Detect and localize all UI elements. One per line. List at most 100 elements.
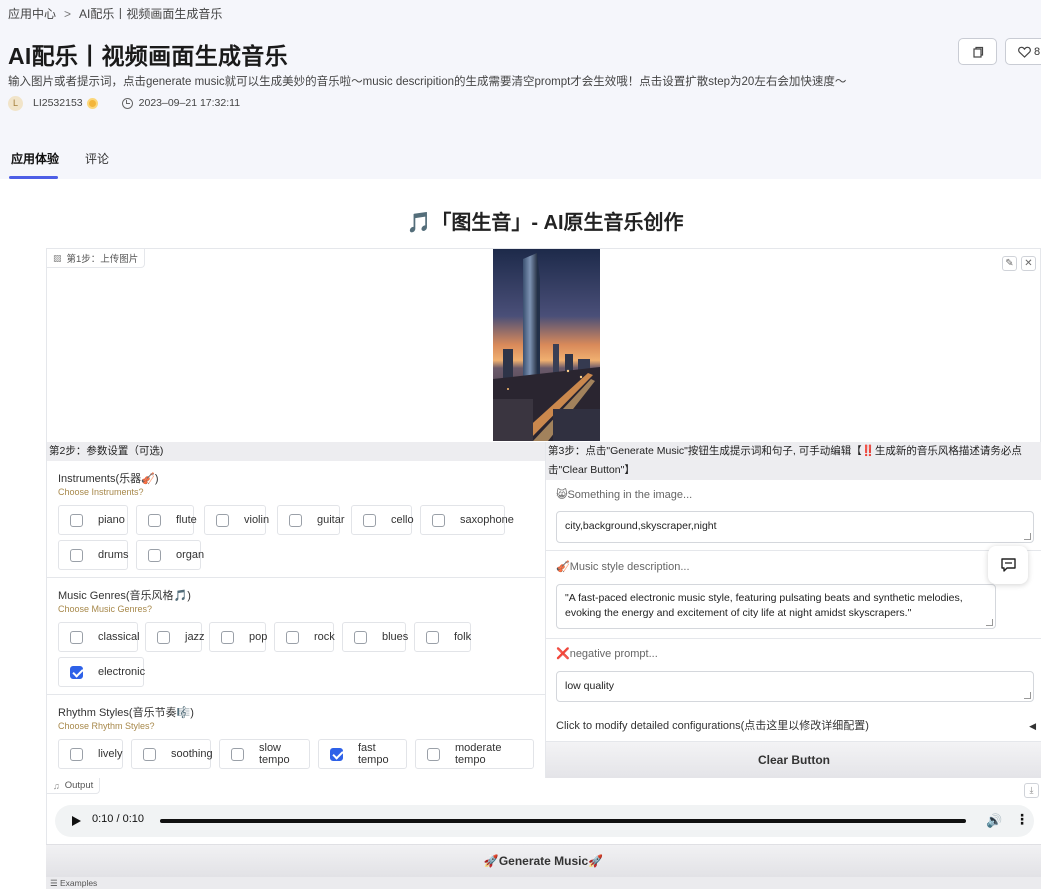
checkbox-label: classical xyxy=(98,631,140,643)
image-keywords-input[interactable]: city,background,skyscraper,night xyxy=(556,511,1034,543)
checkbox-folk[interactable]: folk xyxy=(414,622,471,652)
detailed-config-accordion[interactable]: Click to modify detailed configurations(… xyxy=(546,710,1041,742)
app-heading: 🎵「图生音」- AI原生音乐创作 xyxy=(406,212,684,234)
copy-icon xyxy=(972,46,983,58)
checkbox-flute[interactable]: flute xyxy=(136,505,197,535)
instruments-title: Instruments(乐器🎻) xyxy=(58,473,159,485)
checkbox-jazz[interactable]: jazz xyxy=(145,622,205,652)
checkbox-box[interactable] xyxy=(231,747,244,761)
audio-player[interactable]: 0:10 / 0:10 🔊 ⋮ xyxy=(55,805,1034,837)
checkbox-rock[interactable]: rock xyxy=(274,622,335,652)
breadcrumb-current: AI配乐丨视频画面生成音乐 xyxy=(79,7,223,21)
genres-title: Music Genres(音乐风格🎵) xyxy=(58,590,191,602)
checkbox-label: folk xyxy=(454,631,472,643)
tab-experience[interactable]: 应用体验 xyxy=(11,150,59,167)
checkbox-electronic[interactable]: electronic xyxy=(58,657,145,687)
checkbox-label: slow tempo xyxy=(259,742,290,766)
checkbox-box[interactable] xyxy=(148,548,161,562)
checkbox-box[interactable] xyxy=(286,630,299,644)
checkbox-blues[interactable]: blues xyxy=(342,622,408,652)
audio-progress-bar[interactable] xyxy=(160,819,966,823)
negative-prompt-label: ❌negative prompt... xyxy=(556,648,658,660)
checkbox-piano[interactable]: piano xyxy=(58,505,128,535)
tab-comments[interactable]: 评论 xyxy=(85,150,109,167)
clear-image-button[interactable]: ✕ xyxy=(1021,256,1036,271)
checkbox-box[interactable] xyxy=(427,747,440,761)
breadcrumb-root[interactable]: 应用中心 xyxy=(8,7,56,21)
checkbox-box[interactable] xyxy=(70,513,83,527)
accordion-label: Click to modify detailed configurations(… xyxy=(556,720,869,732)
checkbox-box[interactable] xyxy=(148,513,161,527)
examples-section[interactable]: ☰ Examples xyxy=(46,877,1041,889)
avatar[interactable]: L xyxy=(8,95,23,111)
checkbox-label: lively xyxy=(98,748,123,760)
close-icon: ✕ xyxy=(1024,258,1033,269)
checkbox-moderate-tempo[interactable]: moderate tempo xyxy=(415,739,534,769)
checkbox-classical[interactable]: classical xyxy=(58,622,140,652)
feedback-button[interactable] xyxy=(988,546,1028,584)
rhythms-title: Rhythm Styles(音乐节奏🎼) xyxy=(58,707,194,719)
checkbox-slow-tempo[interactable]: slow tempo xyxy=(219,739,310,769)
checkbox-label: jazz xyxy=(185,631,205,643)
checkbox-box[interactable] xyxy=(70,630,83,644)
output-label-text: Output xyxy=(64,780,94,791)
like-button[interactable]: 8 xyxy=(1005,38,1041,65)
checkbox-box[interactable] xyxy=(432,513,445,527)
checkbox-box-checked[interactable] xyxy=(70,665,83,679)
edit-image-button[interactable]: ✎ xyxy=(1002,256,1017,271)
negative-prompt-input[interactable]: low quality xyxy=(556,671,1034,702)
publish-datetime: 2023–09–21 17:32:11 xyxy=(138,97,241,109)
image-upload[interactable]: ▨ 第1步：上传图片 ✎ ✕ xyxy=(46,248,1041,442)
checkbox-saxophone[interactable]: saxophone xyxy=(420,505,514,535)
resize-handle[interactable] xyxy=(1024,533,1031,540)
genres-info: Choose Music Genres? xyxy=(58,604,153,614)
checkbox-box[interactable] xyxy=(289,513,302,527)
checkbox-label: violin xyxy=(244,514,270,526)
checkbox-box[interactable] xyxy=(363,513,376,527)
page-description: 输入图片或者提示词，点击generate music就可以生成美妙的音乐啦～mu… xyxy=(8,76,847,88)
checkbox-box[interactable] xyxy=(354,630,367,644)
resize-handle[interactable] xyxy=(986,619,993,626)
checkbox-label: drums xyxy=(98,549,129,561)
generate-music-button[interactable]: 🚀Generate Music🚀 xyxy=(46,844,1041,877)
checkbox-box-checked[interactable] xyxy=(330,747,343,761)
download-icon: ⤓ xyxy=(1029,785,1034,795)
resize-handle[interactable] xyxy=(1024,692,1031,699)
music-note-icon: ♫ xyxy=(53,780,60,791)
checkbox-drums[interactable]: drums xyxy=(58,540,129,570)
step3-header: 第3步：点击"Generate Music"按钮生成提示词和句子, 可手动编辑【… xyxy=(546,442,1041,480)
image-icon: ▨ xyxy=(53,252,62,263)
checkbox-cello[interactable]: cello xyxy=(351,505,414,535)
checkbox-pop[interactable]: pop xyxy=(209,622,267,652)
volume-icon[interactable]: 🔊 xyxy=(986,813,1002,829)
pencil-icon: ✎ xyxy=(1005,258,1014,269)
clear-button[interactable]: Clear Button xyxy=(546,742,1041,778)
checkbox-box[interactable] xyxy=(143,747,156,761)
checkbox-fast-tempo[interactable]: fast tempo xyxy=(318,739,407,769)
checkbox-box[interactable] xyxy=(216,513,229,527)
music-style-input[interactable]: "A fast-paced electronic music style, fe… xyxy=(556,584,996,629)
music-style-value: "A fast-paced electronic music style, fe… xyxy=(565,592,963,619)
active-tab-indicator xyxy=(9,176,58,179)
author-name[interactable]: LI2532153 xyxy=(33,97,83,109)
checkbox-box[interactable] xyxy=(70,747,83,761)
checkbox-soothing[interactable]: soothing xyxy=(131,739,213,769)
checkbox-organ[interactable]: organ xyxy=(136,540,204,570)
checkbox-box[interactable] xyxy=(221,630,234,644)
step3-panel: 第3步：点击"Generate Music"按钮生成提示词和句子, 可手动编辑【… xyxy=(545,442,1041,778)
checkbox-lively[interactable]: lively xyxy=(58,739,123,769)
instruments-info: Choose Instruments? xyxy=(58,487,144,497)
play-icon[interactable] xyxy=(72,816,81,826)
checkbox-guitar[interactable]: guitar xyxy=(277,505,345,535)
download-button[interactable]: ⤓ xyxy=(1024,783,1039,798)
checkbox-violin[interactable]: violin xyxy=(204,505,270,535)
checkbox-box[interactable] xyxy=(157,630,170,644)
checkbox-label: moderate tempo xyxy=(455,742,502,766)
checkbox-box[interactable] xyxy=(70,548,83,562)
more-options-icon[interactable]: ⋮ xyxy=(1015,811,1029,828)
checkbox-label: soothing xyxy=(171,748,213,760)
checkbox-box[interactable] xyxy=(426,630,439,644)
field-divider xyxy=(546,550,1041,551)
checkbox-label: flute xyxy=(176,514,197,526)
copy-button[interactable] xyxy=(958,38,997,65)
